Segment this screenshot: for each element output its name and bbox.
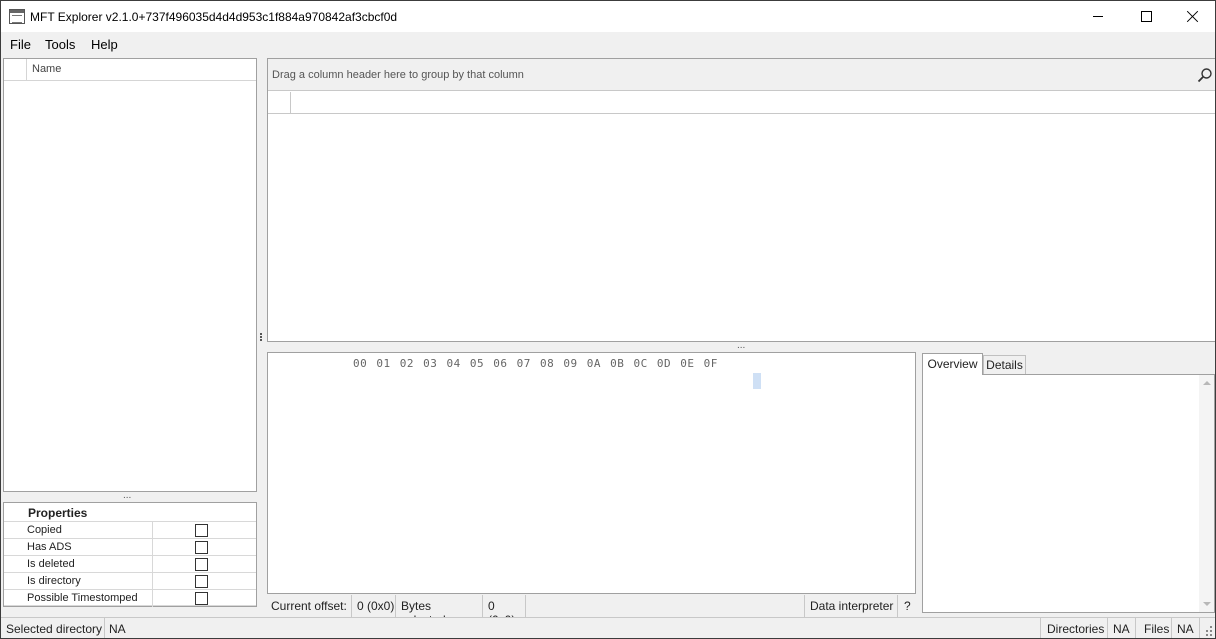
scroll-down-icon[interactable]: [1203, 602, 1211, 606]
property-row-copied: Copied: [4, 521, 256, 539]
bytes-selected-value: 0 (0x0): [483, 595, 526, 627]
minimize-icon: [1093, 16, 1103, 17]
grid-hex-splitter[interactable]: ...: [737, 341, 745, 351]
maximize-button[interactable]: [1123, 1, 1169, 32]
files-count: NA: [1172, 618, 1200, 638]
property-row-has-ads: Has ADS: [4, 538, 256, 556]
resize-grip-icon[interactable]: [1205, 626, 1213, 636]
grid-column-header: [268, 92, 1215, 114]
property-label: Is deleted: [27, 558, 75, 570]
is-directory-checkbox[interactable]: [195, 575, 208, 588]
status-bar: Selected directory NA Directories NA Fil…: [1, 617, 1215, 638]
directory-tree[interactable]: Name: [3, 58, 257, 492]
hex-status-bar: Current offset: 0 (0x0) Bytes selected: …: [267, 595, 916, 627]
close-icon: [1186, 10, 1199, 23]
selected-directory-value: NA: [109, 622, 126, 636]
menu-file[interactable]: File: [10, 37, 31, 52]
tab-details[interactable]: Details: [983, 355, 1026, 374]
minimize-button[interactable]: [1075, 1, 1121, 32]
property-row-is-deleted: Is deleted: [4, 555, 256, 573]
file-grid[interactable]: Drag a column header here to group by th…: [267, 58, 1215, 342]
current-offset-label: Current offset:: [267, 595, 352, 617]
property-row-is-directory: Is directory: [4, 572, 256, 590]
bytes-selected-label: Bytes selected:: [396, 595, 483, 627]
hex-cursor: [753, 373, 761, 389]
window-title: MFT Explorer v2.1.0+737f496035d4d4d953c1…: [30, 10, 398, 24]
directories-label: Directories: [1040, 618, 1108, 638]
help-button[interactable]: ?: [898, 595, 916, 617]
hex-column-header: 00 01 02 03 04 05 06 07 08 09 0A 0B 0C 0…: [353, 357, 718, 370]
properties-title: Properties: [28, 506, 88, 520]
overview-scrollbar[interactable]: [1199, 375, 1214, 612]
menu-tools[interactable]: Tools: [45, 37, 75, 52]
title-bar[interactable]: MFT Explorer v2.1.0+737f496035d4d4d953c1…: [1, 1, 1215, 32]
tree-column-name[interactable]: Name: [32, 63, 61, 75]
property-label: Is directory: [27, 575, 81, 587]
menu-bar: File Tools Help: [1, 32, 1215, 56]
maximize-icon: [1140, 11, 1152, 22]
menu-help[interactable]: Help: [91, 37, 118, 52]
is-deleted-checkbox[interactable]: [195, 558, 208, 571]
tree-row-indicator-header: [4, 59, 27, 80]
property-row-possible-timestomped: Possible Timestomped: [4, 589, 256, 607]
property-label: Possible Timestomped: [27, 592, 138, 604]
overview-panel: [922, 374, 1215, 613]
tree-properties-splitter[interactable]: ...: [123, 491, 131, 501]
current-offset-value: 0 (0x0): [352, 595, 396, 617]
app-icon: [9, 9, 25, 24]
group-by-prompt: Drag a column header here to group by th…: [272, 69, 524, 81]
app-window: MFT Explorer v2.1.0+737f496035d4d4d953c1…: [0, 0, 1216, 639]
close-button[interactable]: [1169, 1, 1215, 32]
property-label: Copied: [27, 524, 62, 536]
property-label: Has ADS: [27, 541, 72, 553]
search-icon[interactable]: [1197, 67, 1213, 83]
scroll-up-icon[interactable]: [1203, 381, 1211, 385]
hex-viewer[interactable]: 00 01 02 03 04 05 06 07 08 09 0A 0B 0C 0…: [267, 352, 916, 594]
tab-overview[interactable]: Overview: [922, 353, 983, 375]
left-right-splitter[interactable]: [259, 332, 263, 344]
copied-checkbox[interactable]: [195, 524, 208, 537]
tree-header: Name: [4, 59, 256, 81]
data-interpreter-button[interactable]: Data interpreter: [804, 595, 898, 617]
possible-timestomped-checkbox[interactable]: [195, 592, 208, 605]
grid-row-indicator-header: [268, 92, 291, 113]
group-by-panel[interactable]: Drag a column header here to group by th…: [268, 59, 1215, 91]
properties-panel: Properties Copied Has ADS Is deleted Is …: [3, 502, 257, 607]
has-ads-checkbox[interactable]: [195, 541, 208, 554]
selected-directory-label: Selected directory: [1, 618, 105, 638]
directories-count: NA: [1108, 618, 1136, 638]
files-label: Files: [1136, 618, 1172, 638]
